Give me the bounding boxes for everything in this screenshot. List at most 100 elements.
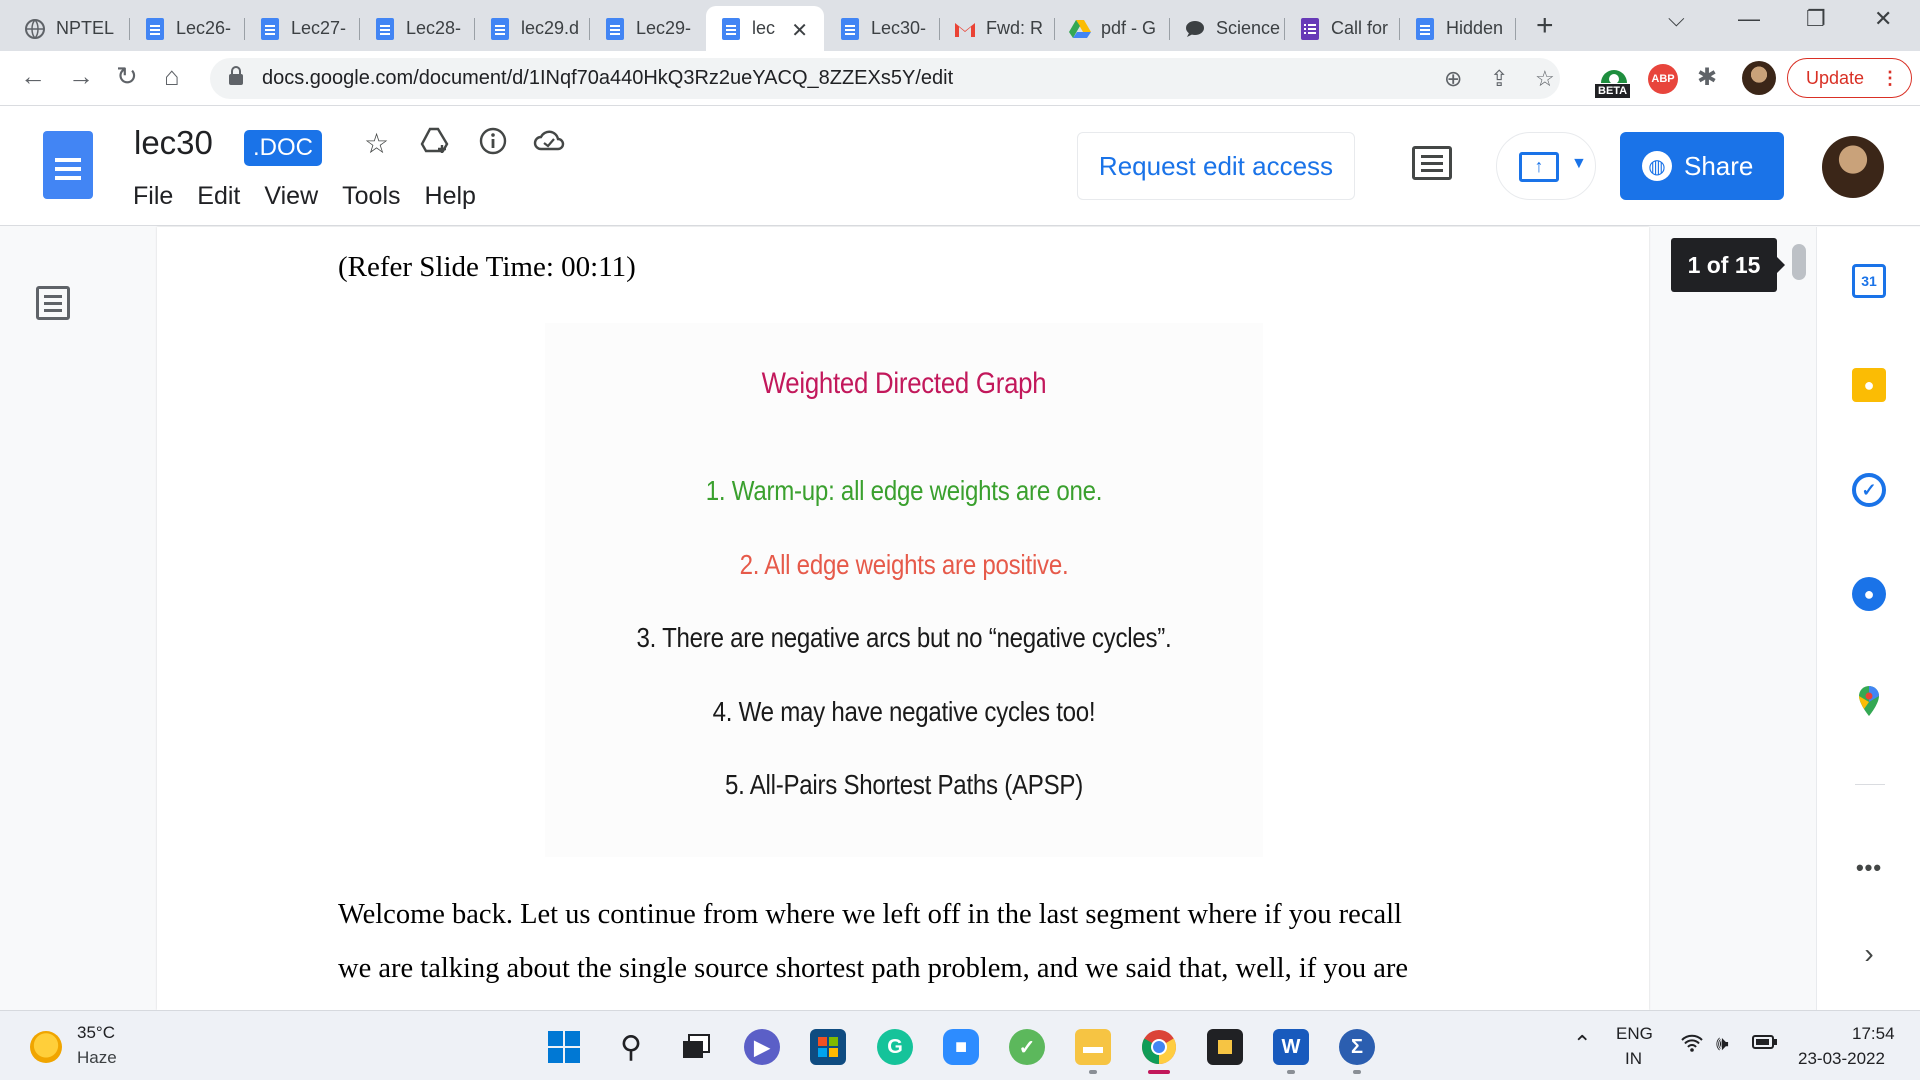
tab-lec30[interactable]: Lec30- — [825, 6, 940, 51]
docs-icon — [720, 17, 742, 40]
tab-search-icon[interactable]: ⌵ — [1668, 6, 1685, 32]
adblock-icon[interactable]: ABP — [1648, 64, 1678, 94]
microsoft-store-icon[interactable] — [810, 1029, 846, 1065]
tab-separator — [1515, 18, 1516, 40]
bookmark-star-icon[interactable]: ☆ — [1535, 66, 1555, 92]
grammarly-icon[interactable]: G — [877, 1029, 913, 1065]
tab-label: Fwd: R — [986, 18, 1044, 38]
zoom-icon[interactable]: ⊕ — [1444, 66, 1462, 92]
move-to-drive-icon[interactable] — [420, 127, 450, 162]
share-label: Share — [1684, 150, 1754, 181]
keep-icon[interactable]: ● — [1852, 368, 1886, 402]
url-text[interactable]: docs.google.com/document/d/1INqf70a440Hk… — [262, 67, 953, 90]
update-button[interactable]: Update ⋮ — [1787, 58, 1912, 98]
tab-call-for[interactable]: Call for — [1285, 6, 1400, 51]
profile-avatar[interactable] — [1742, 61, 1776, 95]
gmail-icon — [954, 18, 976, 40]
docs-icon — [259, 17, 281, 40]
forward-icon[interactable]: → — [68, 61, 94, 92]
info-icon[interactable] — [479, 127, 507, 162]
extension-beta-icon[interactable]: BETA — [1595, 59, 1633, 99]
window-close-icon[interactable]: ✕ — [1874, 6, 1892, 32]
document-page[interactable]: (Refer Slide Time: 00:11) Weighted Direc… — [157, 227, 1649, 1010]
tab-lec28[interactable]: Lec28- — [360, 6, 475, 51]
document-title[interactable]: lec30 — [134, 124, 213, 162]
request-edit-access-button[interactable]: Request edit access — [1077, 132, 1355, 200]
language-indicator[interactable]: ENG — [1616, 1024, 1653, 1044]
tab-lec29-doc[interactable]: lec29.d — [475, 6, 590, 51]
clock-time[interactable]: 17:54 — [1852, 1024, 1895, 1044]
menu-edit[interactable]: Edit — [197, 182, 240, 211]
tab-label: Lec29- — [636, 18, 692, 38]
weather-sun-icon[interactable] — [30, 1031, 62, 1063]
scrollbar-thumb[interactable] — [1792, 244, 1806, 280]
body-paragraph-line: we are talking about the single source s… — [338, 953, 1409, 984]
refer-slide-time: (Refer Slide Time: 00:11) — [338, 251, 636, 283]
close-icon[interactable]: ✕ — [791, 18, 808, 43]
share-page-icon[interactable]: ⇪ — [1490, 66, 1508, 92]
math-app-icon[interactable]: Σ — [1339, 1029, 1375, 1065]
contacts-icon[interactable]: ● — [1852, 577, 1886, 611]
windows-start-icon[interactable] — [546, 1029, 582, 1065]
google-docs-logo-icon[interactable] — [43, 131, 93, 199]
back-icon[interactable]: ← — [20, 61, 46, 92]
tab-gmail[interactable]: Fwd: R — [940, 6, 1055, 51]
tab-label: Call for — [1331, 18, 1389, 38]
weather-temperature[interactable]: 35°C — [77, 1023, 115, 1043]
slide-title: Weighted Directed Graph — [761, 367, 1047, 400]
restore-icon[interactable]: ❐ — [1806, 6, 1826, 32]
menu-tools[interactable]: Tools — [342, 182, 400, 211]
file-explorer-icon[interactable]: ▬ — [1075, 1029, 1111, 1065]
notes-app-icon[interactable]: ✓ — [1009, 1029, 1045, 1065]
chrome-icon[interactable] — [1141, 1029, 1177, 1065]
tab-label: Lec27- — [291, 18, 347, 38]
home-icon[interactable]: ⌂ — [164, 61, 180, 92]
volume-icon[interactable]: 🕪 — [1716, 1033, 1729, 1056]
share-button[interactable]: ◍ Share — [1620, 132, 1784, 200]
tray-chevron-up-icon[interactable]: ⌃ — [1573, 1031, 1591, 1057]
tasks-icon[interactable]: ✓ — [1852, 473, 1886, 507]
page-counter: 1 of 15 — [1671, 238, 1785, 292]
weather-condition[interactable]: Haze — [77, 1048, 117, 1068]
search-icon[interactable]: ⚲ — [613, 1029, 649, 1065]
present-button[interactable]: ↑ ▼ — [1496, 132, 1596, 200]
wifi-icon[interactable] — [1680, 1033, 1704, 1059]
tab-lec26[interactable]: Lec26- — [130, 6, 245, 51]
tab-nptel[interactable]: NPTEL — [10, 6, 130, 51]
tab-lec30-active[interactable]: lec ✕ — [706, 6, 824, 51]
new-tab-button[interactable]: + — [1536, 9, 1554, 43]
lock-icon[interactable] — [228, 66, 244, 92]
address-bar[interactable]: docs.google.com/document/d/1INqf70a440Hk… — [210, 58, 1560, 99]
extensions-puzzle-icon[interactable]: ✱ — [1697, 63, 1717, 92]
zoom-app-icon[interactable]: ■ — [943, 1029, 979, 1065]
battery-icon[interactable] — [1752, 1033, 1778, 1057]
menu-view[interactable]: View — [264, 182, 318, 211]
tab-hidden[interactable]: Hidden — [1400, 6, 1516, 51]
cloud-status-icon[interactable] — [533, 127, 565, 159]
reload-icon[interactable]: ↻ — [116, 61, 138, 92]
tab-lec29[interactable]: Lec29- — [590, 6, 705, 51]
document-outline-icon[interactable] — [36, 286, 70, 320]
teams-chat-icon[interactable]: ▶ — [744, 1029, 780, 1065]
account-avatar[interactable] — [1822, 136, 1884, 198]
star-icon[interactable]: ☆ — [364, 127, 389, 160]
menu-file[interactable]: File — [133, 182, 173, 211]
maps-pin-icon[interactable] — [1852, 684, 1886, 718]
more-horizontal-icon[interactable]: ••• — [1852, 851, 1886, 885]
tab-lec27[interactable]: Lec27- — [245, 6, 360, 51]
tab-label: Hidden — [1446, 18, 1504, 38]
calendar-icon[interactable]: 31 — [1852, 264, 1886, 298]
region-indicator[interactable]: IN — [1625, 1049, 1642, 1069]
task-view-icon[interactable] — [678, 1029, 714, 1065]
word-icon[interactable]: W — [1273, 1029, 1309, 1065]
clock-date[interactable]: 23-03-2022 — [1798, 1049, 1885, 1069]
sticky-notes-icon[interactable] — [1207, 1029, 1243, 1065]
chevron-right-icon[interactable]: › — [1852, 937, 1886, 971]
tab-label: lec29.d — [521, 18, 580, 38]
tab-drive[interactable]: pdf - G — [1055, 6, 1170, 51]
tab-science[interactable]: Science — [1170, 6, 1285, 51]
minimize-icon[interactable]: — — [1738, 6, 1760, 32]
comments-icon[interactable] — [1412, 146, 1452, 180]
menu-help[interactable]: Help — [425, 182, 476, 211]
docs-icon — [839, 17, 861, 40]
